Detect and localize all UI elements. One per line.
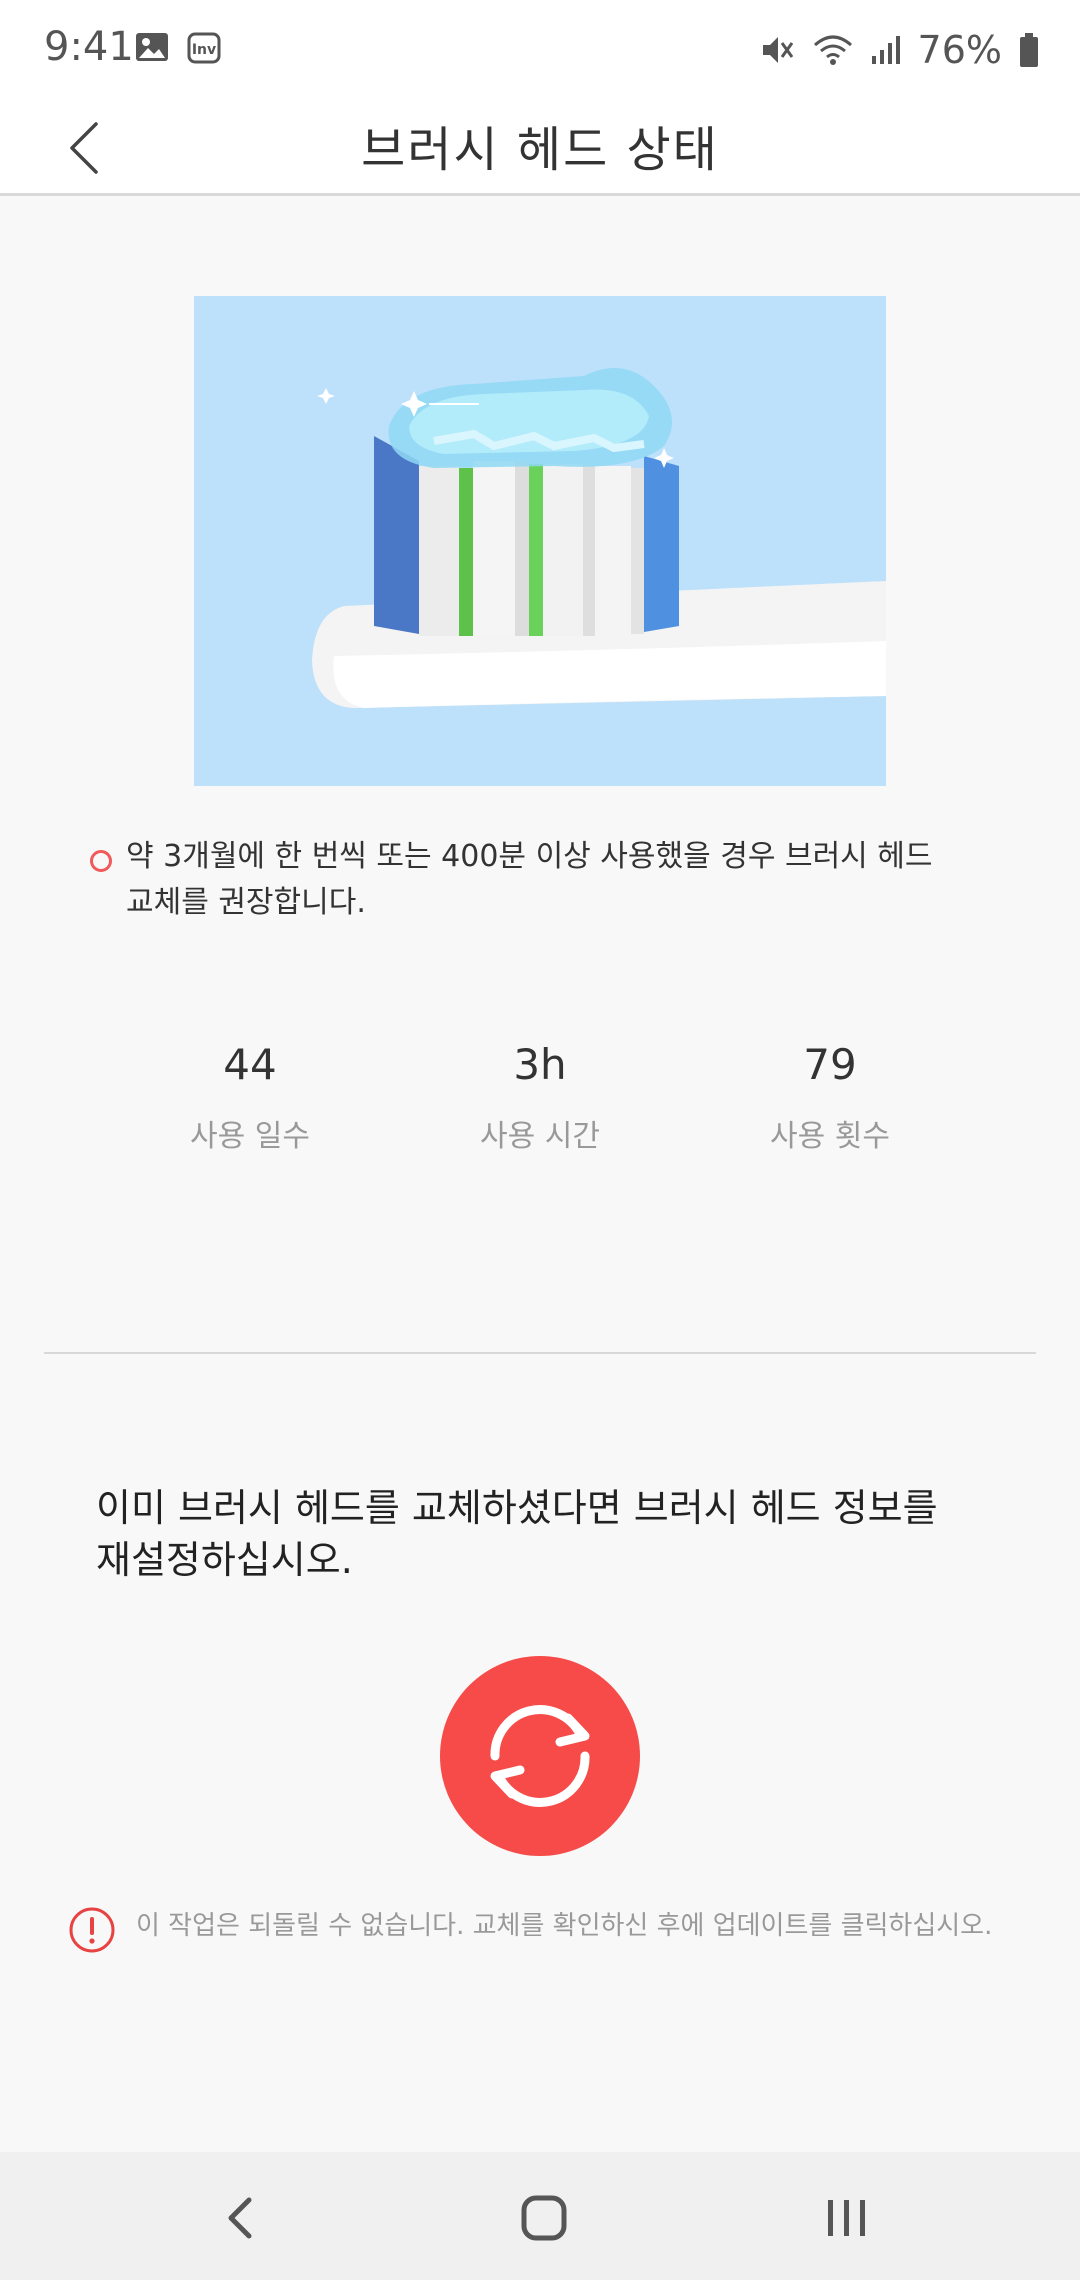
reset-message-line-1: 이미 브러시 헤드를 교체하셨다면 브러시 헤드 정보를	[96, 1486, 938, 1530]
irreversible-warning: 이 작업은 되돌릴 수 없습니다. 교체를 확인하신 후에 업데이트를 클릭하십…	[68, 1906, 1028, 1954]
stat-value: 44	[223, 1040, 277, 1089]
refresh-icon	[490, 1705, 590, 1807]
notice-line-1: 약 3개월에 한 번씩 또는 400분 이상 사용했을 경우 브러시 헤드	[126, 839, 933, 874]
stat-label: 사용 일수	[190, 1119, 310, 1154]
nav-back-icon[interactable]	[205, 2182, 277, 2254]
stat-value: 3h	[513, 1040, 567, 1089]
brush-head-illustration	[194, 296, 886, 786]
inv-app-icon: Inv	[187, 32, 221, 64]
notice-line-2: 교체를 권장합니다.	[126, 885, 366, 920]
nav-recents-icon[interactable]	[810, 2182, 882, 2254]
stat-usage-days: 44 사용 일수	[120, 1040, 380, 1155]
gallery-icon	[136, 33, 168, 61]
page-title: 브러시 헤드 상태	[361, 122, 719, 178]
stat-usage-time: 3h 사용 시간	[410, 1040, 670, 1155]
status-bar: 9:41 Inv 76%	[0, 0, 1080, 100]
notice-bullet-icon	[90, 850, 112, 872]
app-bar: 브러시 헤드 상태	[0, 100, 1080, 196]
stat-label: 사용 시간	[480, 1119, 600, 1154]
replacement-notice: 약 3개월에 한 번씩 또는 400분 이상 사용했을 경우 브러시 헤드 교체…	[90, 834, 990, 926]
battery-percent: 76%	[917, 28, 1002, 72]
toothbrush-illustration	[312, 368, 886, 708]
wifi-icon	[813, 35, 852, 65]
battery-icon	[1020, 33, 1038, 67]
nav-home-icon[interactable]	[508, 2182, 580, 2254]
reset-message-line-2: 재설정하십시오.	[96, 1538, 353, 1582]
status-time: 9:41	[44, 24, 134, 70]
signal-icon	[871, 36, 900, 64]
mute-icon	[762, 37, 793, 63]
stat-label: 사용 횟수	[770, 1119, 890, 1154]
alert-circle-icon	[69, 1907, 115, 1953]
reset-message: 이미 브러시 헤드를 교체하셨다면 브러시 헤드 정보를 재설정하십시오.	[96, 1482, 996, 1586]
notice-text: 약 3개월에 한 번씩 또는 400분 이상 사용했을 경우 브러시 헤드 교체…	[126, 834, 933, 926]
reset-brush-head-button[interactable]	[440, 1656, 640, 1856]
stat-value: 79	[803, 1040, 857, 1089]
stat-usage-count: 79 사용 횟수	[700, 1040, 960, 1155]
warning-text: 이 작업은 되돌릴 수 없습니다. 교체를 확인하신 후에 업데이트를 클릭하십…	[136, 1911, 993, 1941]
section-divider	[44, 1352, 1036, 1354]
svg-text:Inv: Inv	[192, 42, 216, 58]
system-nav-bar	[0, 2152, 1080, 2280]
